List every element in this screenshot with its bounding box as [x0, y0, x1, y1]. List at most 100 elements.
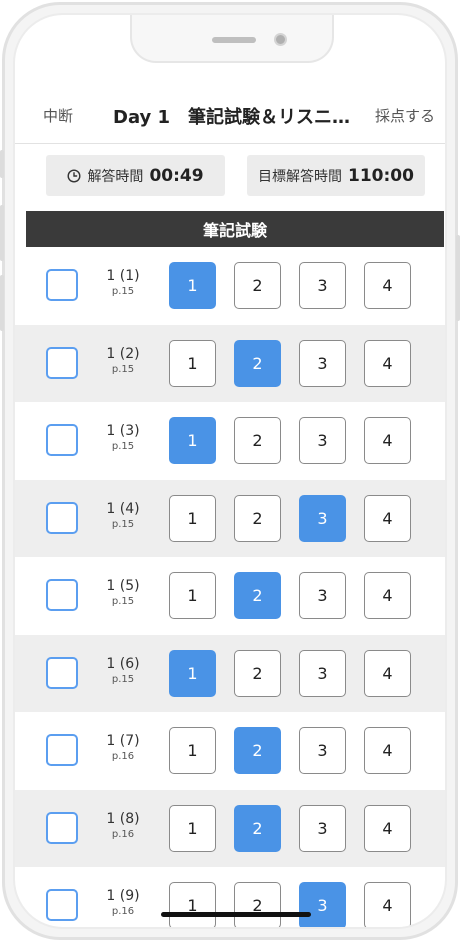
volume-down-button — [0, 275, 4, 331]
answer-option-2-button[interactable]: 2 — [234, 882, 281, 927]
review-checkbox[interactable] — [46, 269, 78, 301]
answer-option-4-button[interactable]: 4 — [364, 649, 411, 697]
question-row: 1 (8) p.16 1 2 3 4 — [15, 789, 445, 867]
answer-option-1-button[interactable]: 1 — [169, 804, 216, 852]
question-number: 1 (8) — [106, 810, 140, 827]
question-row: 1 (6) p.15 1 2 3 4 — [15, 634, 445, 712]
elapsed-time-box: 解答時間 00:49 — [46, 155, 225, 196]
review-checkbox[interactable] — [46, 501, 78, 534]
elapsed-time-value: 00:49 — [149, 165, 204, 186]
question-page: p.16 — [111, 906, 135, 917]
question-number: 1 (6) — [106, 655, 140, 672]
answer-option-4-button[interactable]: 4 — [364, 262, 411, 309]
clock-icon — [67, 168, 81, 183]
question-page: p.15 — [111, 673, 135, 685]
question-page: p.15 — [111, 363, 135, 375]
question-label: 1 (4) p.15 — [95, 501, 151, 532]
question-row: 1 (9) p.16 1 2 3 4 — [15, 867, 445, 927]
question-label: 1 (1) p.15 — [95, 268, 151, 299]
answer-option-2-button[interactable]: 2 — [234, 572, 281, 619]
answer-option-1-button[interactable]: 1 — [169, 262, 216, 309]
nav-divider — [15, 143, 445, 144]
answer-option-3-button[interactable]: 3 — [299, 494, 346, 542]
answer-option-2-button[interactable]: 2 — [234, 417, 281, 464]
question-label: 1 (2) p.15 — [95, 346, 151, 377]
answer-option-1-button[interactable]: 1 — [169, 882, 216, 927]
section-header: 筆記試験 — [26, 211, 444, 247]
question-label: 1 (9) p.16 — [95, 888, 151, 919]
answer-option-2-button[interactable]: 2 — [234, 649, 281, 697]
phone-screen: 中断 Day 1 筆記試験＆リスニ… 採点する 解答時間 00:49 目標解答時… — [13, 13, 447, 929]
question-number: 1 (4) — [106, 500, 140, 517]
question-number: 1 (9) — [106, 888, 140, 904]
answer-option-3-button[interactable]: 3 — [299, 804, 346, 852]
answer-option-2-button[interactable]: 2 — [234, 494, 281, 542]
answer-option-1-button[interactable]: 1 — [169, 339, 216, 387]
answer-option-4-button[interactable]: 4 — [364, 494, 411, 542]
question-page: p.15 — [111, 286, 135, 297]
target-time-label: 目標解答時間 — [258, 168, 343, 185]
answer-option-4-button[interactable]: 4 — [364, 882, 411, 927]
question-row: 1 (7) p.16 1 2 3 4 — [15, 712, 445, 790]
mute-switch — [0, 150, 4, 178]
question-number: 1 (3) — [106, 423, 140, 439]
answer-option-4-button[interactable]: 4 — [364, 572, 411, 619]
answer-option-2-button[interactable]: 2 — [234, 804, 281, 852]
answer-option-1-button[interactable]: 1 — [169, 727, 216, 774]
phone-frame: 中断 Day 1 筆記試験＆リスニ… 採点する 解答時間 00:49 目標解答時… — [2, 2, 458, 940]
answer-option-1-button[interactable]: 1 — [169, 572, 216, 619]
question-label: 1 (6) p.15 — [95, 656, 151, 687]
question-label: 1 (5) p.15 — [95, 578, 151, 609]
nav-bar: 中断 Day 1 筆記試験＆リスニ… 採点する — [15, 93, 445, 137]
answer-option-4-button[interactable]: 4 — [364, 339, 411, 387]
power-button — [456, 235, 460, 321]
question-row: 1 (5) p.15 1 2 3 4 — [15, 557, 445, 635]
target-time-value: 110:00 — [348, 165, 414, 186]
answer-option-3-button[interactable]: 3 — [299, 882, 346, 927]
answer-option-2-button[interactable]: 2 — [234, 262, 281, 309]
answer-option-2-button[interactable]: 2 — [234, 339, 281, 387]
question-page: p.16 — [111, 828, 135, 840]
answer-option-3-button[interactable]: 3 — [299, 417, 346, 464]
question-page: p.15 — [111, 441, 135, 452]
review-checkbox[interactable] — [46, 734, 78, 766]
home-indicator[interactable] — [161, 912, 311, 917]
answer-option-3-button[interactable]: 3 — [299, 649, 346, 697]
answer-option-3-button[interactable]: 3 — [299, 339, 346, 387]
review-checkbox[interactable] — [46, 811, 78, 844]
answer-option-4-button[interactable]: 4 — [364, 727, 411, 774]
answer-option-2-button[interactable]: 2 — [234, 727, 281, 774]
question-number: 1 (1) — [106, 268, 140, 284]
answer-option-3-button[interactable]: 3 — [299, 727, 346, 774]
speaker-icon — [212, 37, 256, 43]
answer-option-4-button[interactable]: 4 — [364, 804, 411, 852]
review-checkbox[interactable] — [46, 424, 78, 456]
elapsed-time-label: 解答時間 — [87, 168, 144, 185]
question-label: 1 (8) p.16 — [95, 811, 151, 842]
question-row: 1 (4) p.15 1 2 3 4 — [15, 479, 445, 557]
grade-button[interactable]: 採点する — [375, 105, 435, 126]
page-title: Day 1 筆記試験＆リスニ… — [113, 107, 351, 128]
review-checkbox[interactable] — [46, 579, 78, 611]
question-page: p.15 — [111, 596, 135, 607]
question-row: 1 (1) p.15 1 2 3 4 — [15, 247, 445, 325]
answer-option-3-button[interactable]: 3 — [299, 572, 346, 619]
answer-option-1-button[interactable]: 1 — [169, 417, 216, 464]
review-checkbox[interactable] — [46, 656, 78, 689]
question-page: p.15 — [111, 518, 135, 530]
answer-option-4-button[interactable]: 4 — [364, 417, 411, 464]
camera-icon — [274, 33, 287, 46]
question-page: p.16 — [111, 751, 135, 762]
question-list: 1 (1) p.15 1 2 3 4 1 (2) p.15 1 2 3 4 1 (3) p.15 1 2 3 4 1… — [15, 247, 445, 927]
answer-option-1-button[interactable]: 1 — [169, 494, 216, 542]
question-row: 1 (3) p.15 1 2 3 4 — [15, 402, 445, 480]
review-checkbox[interactable] — [46, 346, 78, 379]
question-label: 1 (3) p.15 — [95, 423, 151, 454]
interrupt-button[interactable]: 中断 — [43, 105, 73, 126]
question-number: 1 (2) — [106, 345, 140, 362]
target-time-box: 目標解答時間 110:00 — [247, 155, 425, 196]
answer-option-3-button[interactable]: 3 — [299, 262, 346, 309]
answer-option-1-button[interactable]: 1 — [169, 649, 216, 697]
question-row: 1 (2) p.15 1 2 3 4 — [15, 324, 445, 402]
review-checkbox[interactable] — [46, 889, 78, 921]
